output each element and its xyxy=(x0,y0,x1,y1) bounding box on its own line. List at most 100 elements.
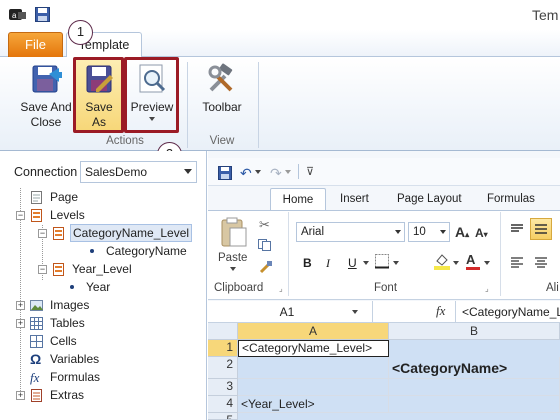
row-header-5[interactable]: 5 xyxy=(208,413,238,420)
cut-icon[interactable]: ✂ xyxy=(259,217,270,233)
underline-dropdown-icon[interactable] xyxy=(363,261,369,265)
preview-dropdown-arrow-icon[interactable] xyxy=(149,117,155,121)
grow-font-icon[interactable]: A▴ xyxy=(455,224,469,240)
expand-icon[interactable]: + xyxy=(16,390,25,400)
select-all-corner[interactable] xyxy=(208,323,238,340)
borders-icon[interactable] xyxy=(375,254,390,272)
toolbar-button[interactable]: Toolbar xyxy=(196,62,248,134)
bold-button[interactable]: B xyxy=(303,256,312,270)
align-top-icon[interactable] xyxy=(510,223,524,238)
tree-label: Year xyxy=(86,280,111,294)
row-header-4[interactable]: 4 xyxy=(208,396,238,413)
fx-icon: fx xyxy=(30,369,40,385)
redo-icon[interactable]: ↷ xyxy=(270,165,282,182)
save-and-close-button[interactable]: Save And Close xyxy=(16,62,76,134)
column-header-b[interactable]: B xyxy=(389,323,560,340)
cell-b3[interactable] xyxy=(389,379,560,396)
expand-icon[interactable]: + xyxy=(16,318,25,328)
toolbar-label: Toolbar xyxy=(202,100,242,114)
tab-page-layout[interactable]: Page Layout xyxy=(397,188,462,210)
undo-dropdown-icon[interactable] xyxy=(255,170,261,174)
fill-color-dropdown-icon[interactable] xyxy=(453,261,459,265)
tree-item-formulas[interactable]: fx Formulas xyxy=(30,368,102,386)
align-center-icon[interactable] xyxy=(534,256,548,271)
collapse-icon[interactable]: − xyxy=(38,264,47,274)
tab-home[interactable]: Home xyxy=(270,188,326,210)
tree-item-page[interactable]: Page xyxy=(30,188,80,206)
italic-button[interactable]: I xyxy=(326,256,330,271)
row-header-3[interactable]: 3 xyxy=(208,379,238,396)
tree-item-levels[interactable]: − Levels xyxy=(16,206,87,224)
name-box[interactable]: A1 xyxy=(212,303,362,321)
spreadsheet-save-icon[interactable] xyxy=(218,166,232,183)
cell-a3[interactable] xyxy=(238,379,389,396)
borders-dropdown-icon[interactable] xyxy=(393,261,399,265)
tree-label: Year_Level xyxy=(72,262,132,276)
level-icon xyxy=(52,262,65,276)
tree-item-year-level[interactable]: − Year_Level xyxy=(38,260,134,278)
name-box-dropdown-icon[interactable] xyxy=(352,310,358,314)
copy-icon[interactable] xyxy=(258,239,272,254)
cell-a2[interactable] xyxy=(238,357,389,379)
tree-label: Images xyxy=(50,298,90,312)
align-left-icon[interactable] xyxy=(510,256,524,271)
cell-a1[interactable]: <CategoryName_Level> xyxy=(238,340,389,357)
align-middle-button[interactable] xyxy=(530,218,552,240)
tree-item-categoryname-level[interactable]: − CategoryName_Level xyxy=(38,224,193,242)
insert-function-icon[interactable]: fx xyxy=(436,303,445,319)
view-group-label: View xyxy=(209,135,235,147)
dialog-launcher-icon[interactable]: ⌟ xyxy=(485,284,489,293)
font-name-select[interactable]: Arial xyxy=(296,222,405,242)
collapse-icon[interactable]: − xyxy=(38,228,47,238)
omega-icon: Ω xyxy=(30,350,42,367)
fill-color-icon[interactable] xyxy=(434,252,450,273)
paste-icon[interactable] xyxy=(216,216,250,253)
tab-file[interactable]: File xyxy=(8,32,63,57)
expand-icon[interactable]: + xyxy=(16,300,25,310)
tree-item-tables[interactable]: + Tables xyxy=(16,314,87,332)
customize-toolbar-icon[interactable]: ⊽ xyxy=(306,165,314,178)
page-icon xyxy=(30,190,43,204)
paste-dropdown-icon[interactable] xyxy=(230,267,236,271)
paste-label: Paste xyxy=(218,252,248,264)
tree-item-images[interactable]: + Images xyxy=(16,296,91,314)
formula-input[interactable]: <CategoryName_Level> xyxy=(455,301,560,323)
chevron-down-icon xyxy=(440,230,446,234)
cell-a4[interactable]: <Year_Level> xyxy=(238,396,389,413)
tree-item-extras[interactable]: + Extras xyxy=(16,386,86,404)
levels-icon xyxy=(30,208,43,222)
collapse-icon[interactable]: − xyxy=(16,210,25,220)
row-header-2[interactable]: 2 xyxy=(208,357,238,379)
field-bullet-icon xyxy=(70,285,74,289)
cell-b2[interactable]: <CategoryName> xyxy=(389,357,560,379)
connection-select[interactable]: SalesDemo xyxy=(80,161,197,183)
save-icon[interactable] xyxy=(35,7,52,22)
field-bullet-icon xyxy=(90,249,94,253)
tree-item-cells[interactable]: Cells xyxy=(30,332,79,350)
column-header-a[interactable]: A xyxy=(238,323,389,340)
undo-icon[interactable]: ↶ xyxy=(240,165,252,182)
format-painter-icon[interactable] xyxy=(259,260,273,277)
tree-item-year[interactable]: Year xyxy=(66,278,112,296)
shrink-font-icon[interactable]: A▾ xyxy=(475,226,488,240)
images-icon xyxy=(30,299,43,312)
font-size-value: 10 xyxy=(413,226,426,238)
cells-icon xyxy=(30,334,43,348)
underline-button[interactable]: U xyxy=(348,256,357,270)
font-size-select[interactable]: 10 xyxy=(408,222,450,242)
level-icon xyxy=(52,226,65,240)
font-color-dropdown-icon[interactable] xyxy=(484,261,490,265)
redo-dropdown-icon[interactable] xyxy=(285,170,291,174)
save-as-button[interactable]: Save As xyxy=(76,62,122,134)
row-header-1[interactable]: 1 xyxy=(208,340,238,357)
cell-b4[interactable] xyxy=(389,396,560,413)
font-name-value: Arial xyxy=(301,226,325,238)
tab-insert[interactable]: Insert xyxy=(340,188,369,210)
tab-formulas[interactable]: Formulas xyxy=(487,188,535,210)
font-group-label: Font xyxy=(374,282,398,294)
dialog-launcher-icon[interactable]: ⌟ xyxy=(279,284,283,293)
preview-button[interactable]: Preview xyxy=(127,62,177,134)
font-color-icon[interactable]: A xyxy=(466,252,480,270)
tree-item-categoryname[interactable]: CategoryName xyxy=(86,242,189,260)
tree-item-variables[interactable]: Ω Variables xyxy=(30,350,101,368)
